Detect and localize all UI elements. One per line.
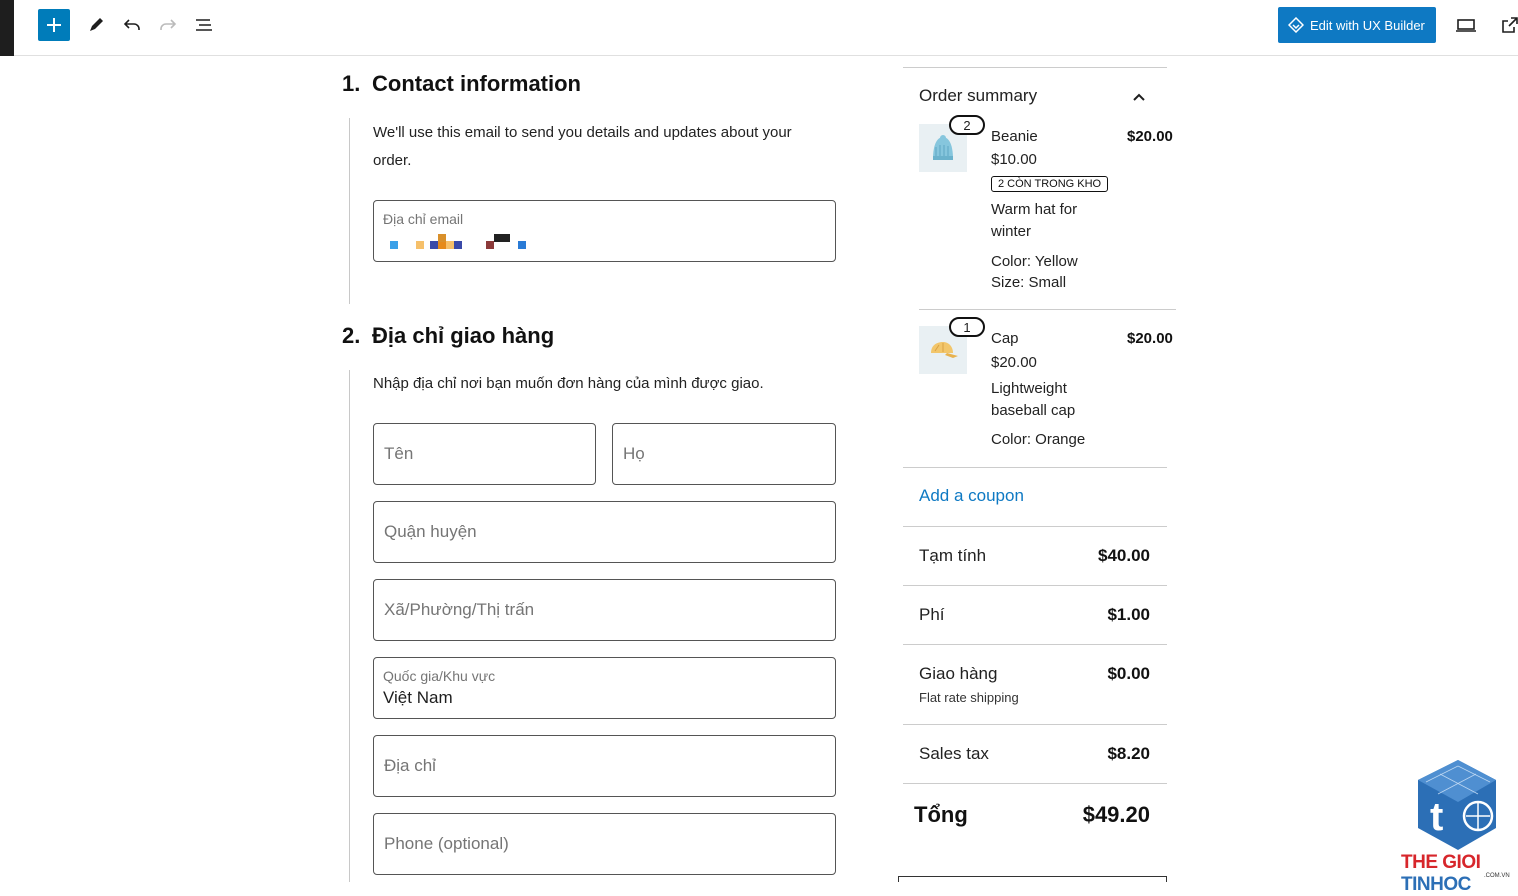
contact-step-number: 1. xyxy=(342,71,361,96)
cap-quantity-badge: 1 xyxy=(949,317,985,337)
ward-placeholder: Xã/Phường/Thị trấn xyxy=(384,600,535,619)
summary-divider xyxy=(903,467,1167,468)
logo-text-tinhoc: TINHOC xyxy=(1401,874,1471,895)
contact-step-title: 1. Contact information xyxy=(342,71,581,97)
beanie-desc-line2: winter xyxy=(991,223,1032,240)
beanie-name: Beanie xyxy=(991,128,1038,145)
tax-label: Sales tax xyxy=(919,744,989,763)
cap-color: Color: Orange xyxy=(991,431,1086,448)
beanie-color: Color: Yellow xyxy=(991,253,1078,270)
add-block-button[interactable] xyxy=(38,9,70,41)
beanie-stock-badge: 2 CÒN TRONG KHO xyxy=(991,176,1109,192)
preview-button[interactable] xyxy=(1450,9,1482,41)
cap-desc-line2: baseball cap xyxy=(991,402,1076,419)
wp-admin-strip xyxy=(0,0,14,56)
summary-divider xyxy=(903,585,1167,586)
beanie-desc-line1: Warm hat for xyxy=(991,201,1078,218)
district-placeholder: Quận huyện xyxy=(384,522,477,541)
country-label: Quốc gia/Khu vực xyxy=(383,668,496,684)
summary-divider xyxy=(903,724,1167,725)
subtotal-value: $40.00 xyxy=(1098,546,1150,565)
ward-field[interactable]: Xã/Phường/Thị trấn xyxy=(373,579,836,641)
shipping-title-text: Địa chỉ giao hàng xyxy=(372,323,555,348)
summary-divider xyxy=(903,526,1167,527)
address-placeholder: Địa chỉ xyxy=(384,756,436,775)
cap-desc-line1: Lightweight xyxy=(991,380,1067,397)
cap-unit-price: $20.00 xyxy=(991,354,1037,371)
last-name-field[interactable]: Họ xyxy=(612,423,836,485)
summary-top-divider xyxy=(903,67,1167,68)
beanie-unit-price: $10.00 xyxy=(991,151,1037,168)
total-label: Tổng xyxy=(914,802,968,827)
undo-button[interactable] xyxy=(116,9,148,41)
external-link-icon xyxy=(1502,17,1518,33)
logo-text-the: THE GIOI xyxy=(1401,852,1481,873)
redo-button[interactable] xyxy=(152,9,184,41)
contact-description: We'll use this email to send you details… xyxy=(373,124,792,169)
beanie-quantity-badge: 2 xyxy=(949,115,985,135)
shipping-method: Flat rate shipping xyxy=(919,690,1019,705)
phone-field[interactable]: Phone (optional) xyxy=(373,813,836,875)
contact-title-text: Contact information xyxy=(372,71,581,96)
list-view-icon xyxy=(196,19,212,31)
desktop-preview-icon xyxy=(1456,19,1476,32)
view-page-button[interactable] xyxy=(1494,9,1518,41)
beanie-total: $20.00 xyxy=(1127,128,1173,145)
logo-domain: .COM.VN xyxy=(1484,873,1510,879)
first-name-field[interactable]: Tên xyxy=(373,423,596,485)
address-field[interactable]: Địa chỉ xyxy=(373,735,836,797)
phone-placeholder: Phone (optional) xyxy=(384,834,509,853)
tax-value: $8.20 xyxy=(1107,744,1150,763)
item-divider xyxy=(919,309,1176,310)
contact-step-line xyxy=(349,118,350,304)
shipping-step-number: 2. xyxy=(342,323,361,348)
fee-value: $1.00 xyxy=(1107,605,1150,624)
beanie-size: Size: Small xyxy=(991,274,1067,291)
redo-icon xyxy=(160,19,177,30)
edit-with-ux-builder-button[interactable]: Edit with UX Builder xyxy=(1278,7,1436,43)
subtotal-label: Tạm tính xyxy=(919,546,987,565)
cap-image-icon xyxy=(931,342,958,358)
email-label: Địa chỉ email xyxy=(383,211,464,227)
cap-total: $20.00 xyxy=(1127,330,1173,347)
ux-builder-label: Edit with UX Builder xyxy=(1310,17,1425,33)
order-summary-title[interactable]: Order summary xyxy=(919,86,1037,106)
ux-builder-icon xyxy=(1288,17,1304,33)
add-coupon-link[interactable]: Add a coupon xyxy=(919,486,1024,506)
fee-label: Phí xyxy=(919,605,945,624)
shipping-description: Nhập địa chỉ nơi bạn muốn đơn hàng của m… xyxy=(373,375,764,392)
district-field[interactable]: Quận huyện xyxy=(373,501,836,563)
total-value: $49.20 xyxy=(1082,802,1150,827)
shipping-value: $0.00 xyxy=(1107,664,1150,683)
shipping-step-line xyxy=(349,370,350,882)
document-overview-button[interactable] xyxy=(188,9,220,41)
editor-toolbar: Edit with UX Builder xyxy=(0,0,1518,56)
plus-icon xyxy=(47,18,61,32)
undo-icon xyxy=(123,19,140,30)
summary-divider xyxy=(903,644,1167,645)
pencil-icon xyxy=(90,18,103,31)
shipping-label: Giao hàng xyxy=(919,664,998,683)
email-field[interactable]: Địa chỉ email xyxy=(373,200,836,262)
tools-button[interactable] xyxy=(80,9,112,41)
beanie-image-icon xyxy=(933,135,953,160)
summary-divider xyxy=(903,783,1167,784)
place-order-box-edge xyxy=(898,876,1167,882)
svg-text:t: t xyxy=(1430,795,1443,839)
country-select[interactable]: Quốc gia/Khu vực Việt Nam xyxy=(373,657,836,719)
shipping-step-title: 2. Địa chỉ giao hàng xyxy=(342,323,554,349)
country-value: Việt Nam xyxy=(383,688,453,707)
last-name-placeholder: Họ xyxy=(623,444,645,463)
first-name-placeholder: Tên xyxy=(384,444,414,463)
cap-name: Cap xyxy=(991,330,1019,347)
chevron-up-icon[interactable] xyxy=(1132,92,1146,102)
